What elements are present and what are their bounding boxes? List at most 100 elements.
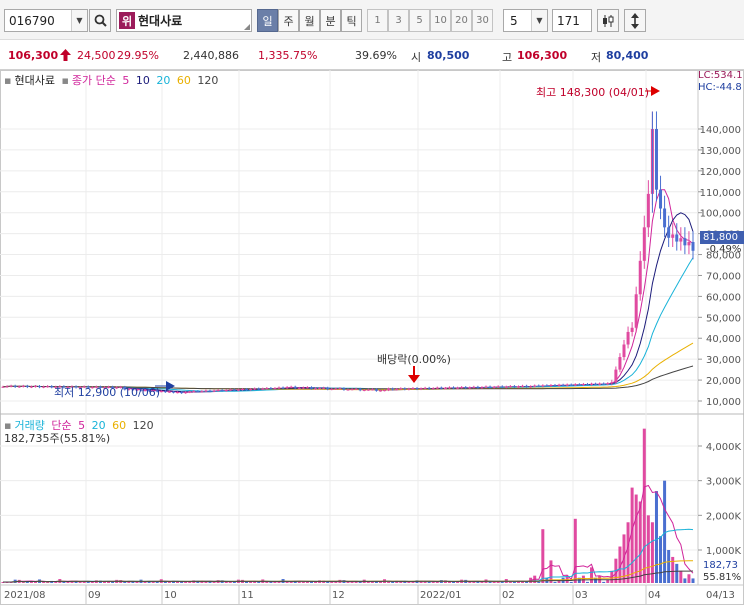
candle-body <box>460 387 464 389</box>
interval-3-button[interactable]: 3 <box>388 9 409 32</box>
candle-body <box>439 387 443 389</box>
volume-bar <box>626 522 630 583</box>
interval-1-button[interactable]: 1 <box>367 9 388 32</box>
period-day-tab[interactable]: 일 <box>257 9 278 32</box>
candle-body <box>537 385 541 387</box>
price-summary-bar: 106,300 24,500 29.95% 2,440,886 1,335.75… <box>0 40 744 70</box>
candle-body <box>374 389 378 391</box>
candle-body <box>618 357 622 370</box>
candle-body <box>216 390 220 392</box>
volume-bar <box>111 581 115 583</box>
search-button[interactable] <box>89 9 111 32</box>
candle-body <box>326 387 330 390</box>
chart-canvas[interactable]: 10,000 20,000 30,000 40,000 50,000 60,000 70,0… <box>0 70 744 605</box>
volume-bar <box>667 550 671 583</box>
candle-body <box>378 390 382 392</box>
price-legend: ▪ 현대사료 ▪ 종가 단순 5 10 20 60 120 <box>4 72 221 88</box>
candle-body <box>614 369 618 383</box>
candle-body <box>590 383 594 385</box>
last-price-value: 81,800 <box>703 232 738 243</box>
interval-5-button[interactable]: 5 <box>409 9 430 32</box>
candle-body <box>224 390 228 392</box>
volume-bar <box>330 581 334 583</box>
volume-bar <box>508 582 512 583</box>
chevron-down-icon[interactable]: ▼ <box>531 10 547 31</box>
candle-body <box>265 388 269 390</box>
candle-body <box>667 227 671 238</box>
candle-body <box>472 386 476 388</box>
volume-bar <box>435 582 439 583</box>
candle-body <box>277 387 281 389</box>
bar-count-input[interactable]: 171 <box>552 9 592 32</box>
candle-body <box>480 387 484 389</box>
volume-bar <box>581 575 585 583</box>
interval-20-button[interactable]: 20 <box>451 9 472 32</box>
candle-body <box>192 391 196 393</box>
volume-bar <box>427 581 431 583</box>
volume-bar <box>569 581 573 583</box>
toolbar: 016790 ▼ 위 현대사료 일 주 월 분 틱 1 3 5 10 20 30… <box>0 0 744 40</box>
candle-body <box>236 389 240 391</box>
candle-body <box>21 385 25 387</box>
candle-body <box>403 388 407 390</box>
volume-bar <box>21 582 25 583</box>
candle-body <box>691 241 695 251</box>
candle-body <box>29 386 33 388</box>
volume-bar <box>309 582 313 583</box>
candle-body <box>508 386 512 388</box>
interval-10-button[interactable]: 10 <box>430 9 451 32</box>
volume-bar <box>82 581 86 583</box>
candle-body <box>411 388 415 390</box>
volume-tick-label: 2,000K <box>706 511 742 522</box>
period-month-tab[interactable]: 월 <box>299 9 320 32</box>
volume-bar <box>590 567 594 583</box>
candle-settings-button[interactable] <box>597 9 619 32</box>
up-arrow-icon <box>60 49 71 64</box>
volume-bar <box>642 428 646 583</box>
vertical-scale-button[interactable] <box>624 9 646 32</box>
volume-bar <box>314 582 318 583</box>
volume-bar <box>512 582 516 583</box>
volume-tick-label: 4,000K <box>706 442 742 453</box>
candle-body <box>443 387 447 389</box>
candle-body <box>17 386 21 388</box>
candle-body <box>415 388 419 390</box>
price-tick-label: 20,000 <box>706 376 741 387</box>
volume-bar <box>107 581 111 583</box>
vertical-arrows-icon <box>631 12 639 29</box>
low-annotation: 최저 12,900 (10/06) <box>54 386 161 399</box>
date-axis-label: 10 <box>164 590 177 601</box>
chevron-down-icon[interactable]: ▼ <box>71 10 87 31</box>
candle-body <box>370 389 374 391</box>
candle-body <box>569 384 573 386</box>
candle-body <box>492 386 496 388</box>
candle-body <box>435 387 439 389</box>
volume-bar <box>167 582 171 583</box>
candle-body <box>346 389 350 391</box>
date-axis-label: 12 <box>332 590 345 601</box>
stock-code-input[interactable]: 016790 ▼ <box>4 9 88 32</box>
volume-bar <box>366 582 370 583</box>
candle-body <box>468 387 472 389</box>
candle-body <box>626 331 630 345</box>
volume-bar <box>585 581 589 583</box>
price-change: 24,500 <box>77 49 116 62</box>
interval-select[interactable]: 5 ▼ <box>503 9 548 32</box>
volume-bar <box>447 582 451 583</box>
stock-name-field[interactable]: 위 현대사료 <box>116 9 252 32</box>
volume-tick-label: 1,000K <box>706 546 742 557</box>
candle-body <box>42 386 46 388</box>
candle-body <box>366 389 370 391</box>
price-tick-label: 40,000 <box>706 334 741 345</box>
period-minute-tab[interactable]: 분 <box>320 9 341 32</box>
volume-bar <box>269 582 273 583</box>
candle-body <box>167 391 171 393</box>
high-price: 106,300 <box>517 49 568 62</box>
candle-body <box>1 386 5 388</box>
stock-chart[interactable]: 10,000 20,000 30,000 40,000 50,000 60,000 70,0… <box>0 70 744 605</box>
volume-bar <box>204 581 208 583</box>
period-tick-tab[interactable]: 틱 <box>341 9 362 32</box>
interval-30-button[interactable]: 30 <box>472 9 493 32</box>
period-week-tab[interactable]: 주 <box>278 9 299 32</box>
candle-body <box>212 390 216 392</box>
